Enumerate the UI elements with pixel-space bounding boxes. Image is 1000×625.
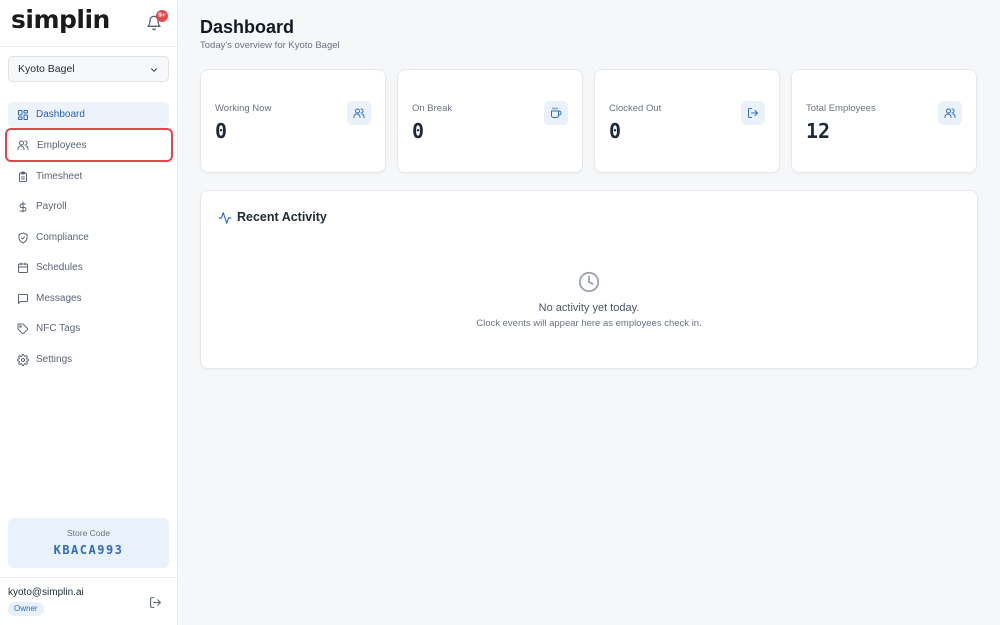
- logout-icon: [748, 108, 758, 118]
- sidebar-item-settings[interactable]: Settings: [8, 347, 169, 373]
- page-title: Dashboard: [200, 17, 295, 37]
- user-email: kyoto@simplin.ai: [8, 587, 84, 598]
- stat-label: On Break: [412, 103, 453, 114]
- shield-icon: [18, 232, 28, 244]
- activity-icon: [218, 212, 232, 224]
- store-code-value[interactable]: KBACA993: [8, 543, 169, 557]
- recent-activity-title: Recent Activity: [237, 210, 327, 224]
- recent-activity-panel: Recent Activity No activity yet today. C…: [200, 190, 978, 369]
- sidebar-item-dashboard[interactable]: Dashboard: [8, 102, 169, 128]
- stat-label: Total Employees: [806, 103, 876, 114]
- store-code-card: Store Code KBACA993: [8, 518, 169, 568]
- sidebar-item-label: NFC Tags: [36, 323, 81, 334]
- sidebar-item-messages[interactable]: Messages: [8, 286, 169, 312]
- stat-card-working-now: Working Now 0: [200, 69, 386, 173]
- store-selector-value: Kyoto Bagel: [18, 63, 75, 75]
- stat-icon-box: [741, 101, 765, 125]
- sidebar-item-label: Employees: [37, 140, 87, 151]
- users-icon: [17, 140, 29, 150]
- stat-value: 12: [806, 119, 831, 143]
- clock-icon: [578, 271, 600, 293]
- user-row: kyoto@simplin.ai Owner: [0, 577, 177, 625]
- stat-card-total-employees: Total Employees 12: [791, 69, 977, 173]
- tag-icon: [17, 323, 29, 335]
- dollar-icon: [19, 201, 27, 213]
- page-subtitle: Today's overview for Kyoto Bagel: [200, 40, 340, 51]
- sidebar-item-label: Compliance: [36, 232, 89, 243]
- store-selector[interactable]: Kyoto Bagel: [8, 56, 169, 82]
- empty-state-title: No activity yet today.: [538, 302, 640, 314]
- stat-icon-box: [938, 101, 962, 125]
- empty-state-subtitle: Clock events will appear here as employe…: [476, 318, 702, 329]
- users-icon: [944, 108, 956, 118]
- logo[interactable]: simplin: [11, 5, 110, 34]
- message-icon: [18, 294, 28, 304]
- stat-value: 0: [215, 119, 228, 143]
- clipboard-icon: [19, 171, 27, 182]
- sidebar-item-label: Settings: [36, 354, 73, 365]
- sidebar-item-nfc-tags[interactable]: NFC Tags: [8, 316, 169, 342]
- dashboard-icon: [18, 110, 28, 120]
- stat-value: 0: [609, 119, 622, 143]
- stat-card-on-break: On Break 0: [397, 69, 583, 173]
- stat-value: 0: [412, 119, 425, 143]
- sidebar-item-compliance[interactable]: Compliance: [8, 225, 169, 251]
- stat-label: Working Now: [215, 103, 272, 114]
- sidebar-item-payroll[interactable]: Payroll: [8, 194, 169, 220]
- stat-label: Clocked Out: [609, 103, 662, 114]
- stat-card-clocked-out: Clocked Out 0: [594, 69, 780, 173]
- sidebar-item-employees[interactable]: Employees: [5, 128, 173, 162]
- logout-icon[interactable]: [149, 596, 162, 609]
- stat-icon-box: [544, 101, 568, 125]
- coffee-icon: [551, 107, 562, 118]
- role-badge: Owner: [8, 602, 44, 616]
- chevron-down-icon: [150, 68, 158, 72]
- calendar-icon: [18, 262, 28, 273]
- store-code-caption: Store Code: [67, 528, 110, 538]
- sidebar-item-label: Payroll: [36, 201, 67, 212]
- gear-icon: [17, 354, 29, 366]
- users-icon: [353, 108, 365, 118]
- stat-icon-box: [347, 101, 371, 125]
- sidebar-item-label: Dashboard: [36, 109, 85, 120]
- sidebar-item-label: Timesheet: [36, 171, 83, 182]
- sidebar-item-timesheet[interactable]: Timesheet: [8, 164, 169, 190]
- notification-badge: 9+: [156, 10, 168, 22]
- sidebar-item-schedules[interactable]: Schedules: [8, 255, 169, 281]
- sidebar-item-label: Messages: [36, 293, 82, 304]
- sidebar-item-label: Schedules: [36, 262, 83, 273]
- brand-row: simplin 9+: [0, 0, 177, 47]
- sidebar: simplin 9+ Kyoto Bagel Dashboard Employe…: [0, 0, 178, 625]
